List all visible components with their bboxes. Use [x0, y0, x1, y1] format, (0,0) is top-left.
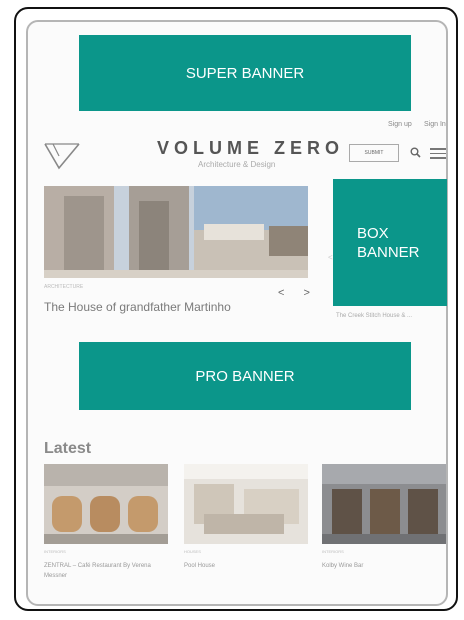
latest-card-category-2: HOUSES: [184, 549, 201, 554]
carousel-arrows[interactable]: < >: [278, 287, 318, 299]
brand-tagline: Architecture & Design: [198, 160, 276, 169]
featured-category: ARCHITECTURE: [44, 284, 84, 290]
latest-card-category-1: INTERIORS: [44, 549, 66, 554]
latest-heading: Latest: [44, 440, 92, 457]
pro-banner[interactable]: PRO BANNER: [79, 342, 411, 410]
latest-card-title-2[interactable]: Pool House: [184, 561, 304, 571]
latest-card-image-3[interactable]: [322, 464, 446, 544]
box-banner-line1: BOX: [357, 224, 389, 242]
brand-name[interactable]: VOLUME ZERO: [157, 138, 344, 159]
featured-image[interactable]: [44, 186, 308, 278]
super-banner[interactable]: SUPER BANNER: [79, 35, 411, 111]
search-icon[interactable]: [410, 147, 421, 158]
menu-icon[interactable]: [430, 148, 446, 159]
sign-up-link[interactable]: Sign up: [388, 121, 412, 128]
latest-card-title-1[interactable]: ZENTRAL – Café Restaurant By Verena Mess…: [44, 561, 164, 581]
featured-title[interactable]: The House of grandfather Martinho: [44, 300, 231, 314]
logo-icon[interactable]: [43, 141, 81, 171]
submit-button[interactable]: SUBMIT: [349, 144, 399, 162]
latest-card-title-3[interactable]: Kolby Wine Bar: [322, 561, 442, 571]
box-banner[interactable]: BOX BANNER: [333, 179, 447, 306]
latest-card-image-1[interactable]: [44, 464, 168, 544]
chevron-left-icon[interactable]: <: [328, 253, 333, 262]
box-banner-line2: BANNER: [357, 243, 420, 261]
latest-card-image-2[interactable]: [184, 464, 308, 544]
pro-banner-label: PRO BANNER: [195, 367, 295, 385]
sign-in-link[interactable]: Sign In: [424, 121, 446, 128]
super-banner-label: SUPER BANNER: [185, 64, 305, 82]
side-article-title[interactable]: The Creek Stitch House & ...: [336, 313, 412, 319]
latest-card-category-3: INTERIORS: [322, 549, 344, 554]
